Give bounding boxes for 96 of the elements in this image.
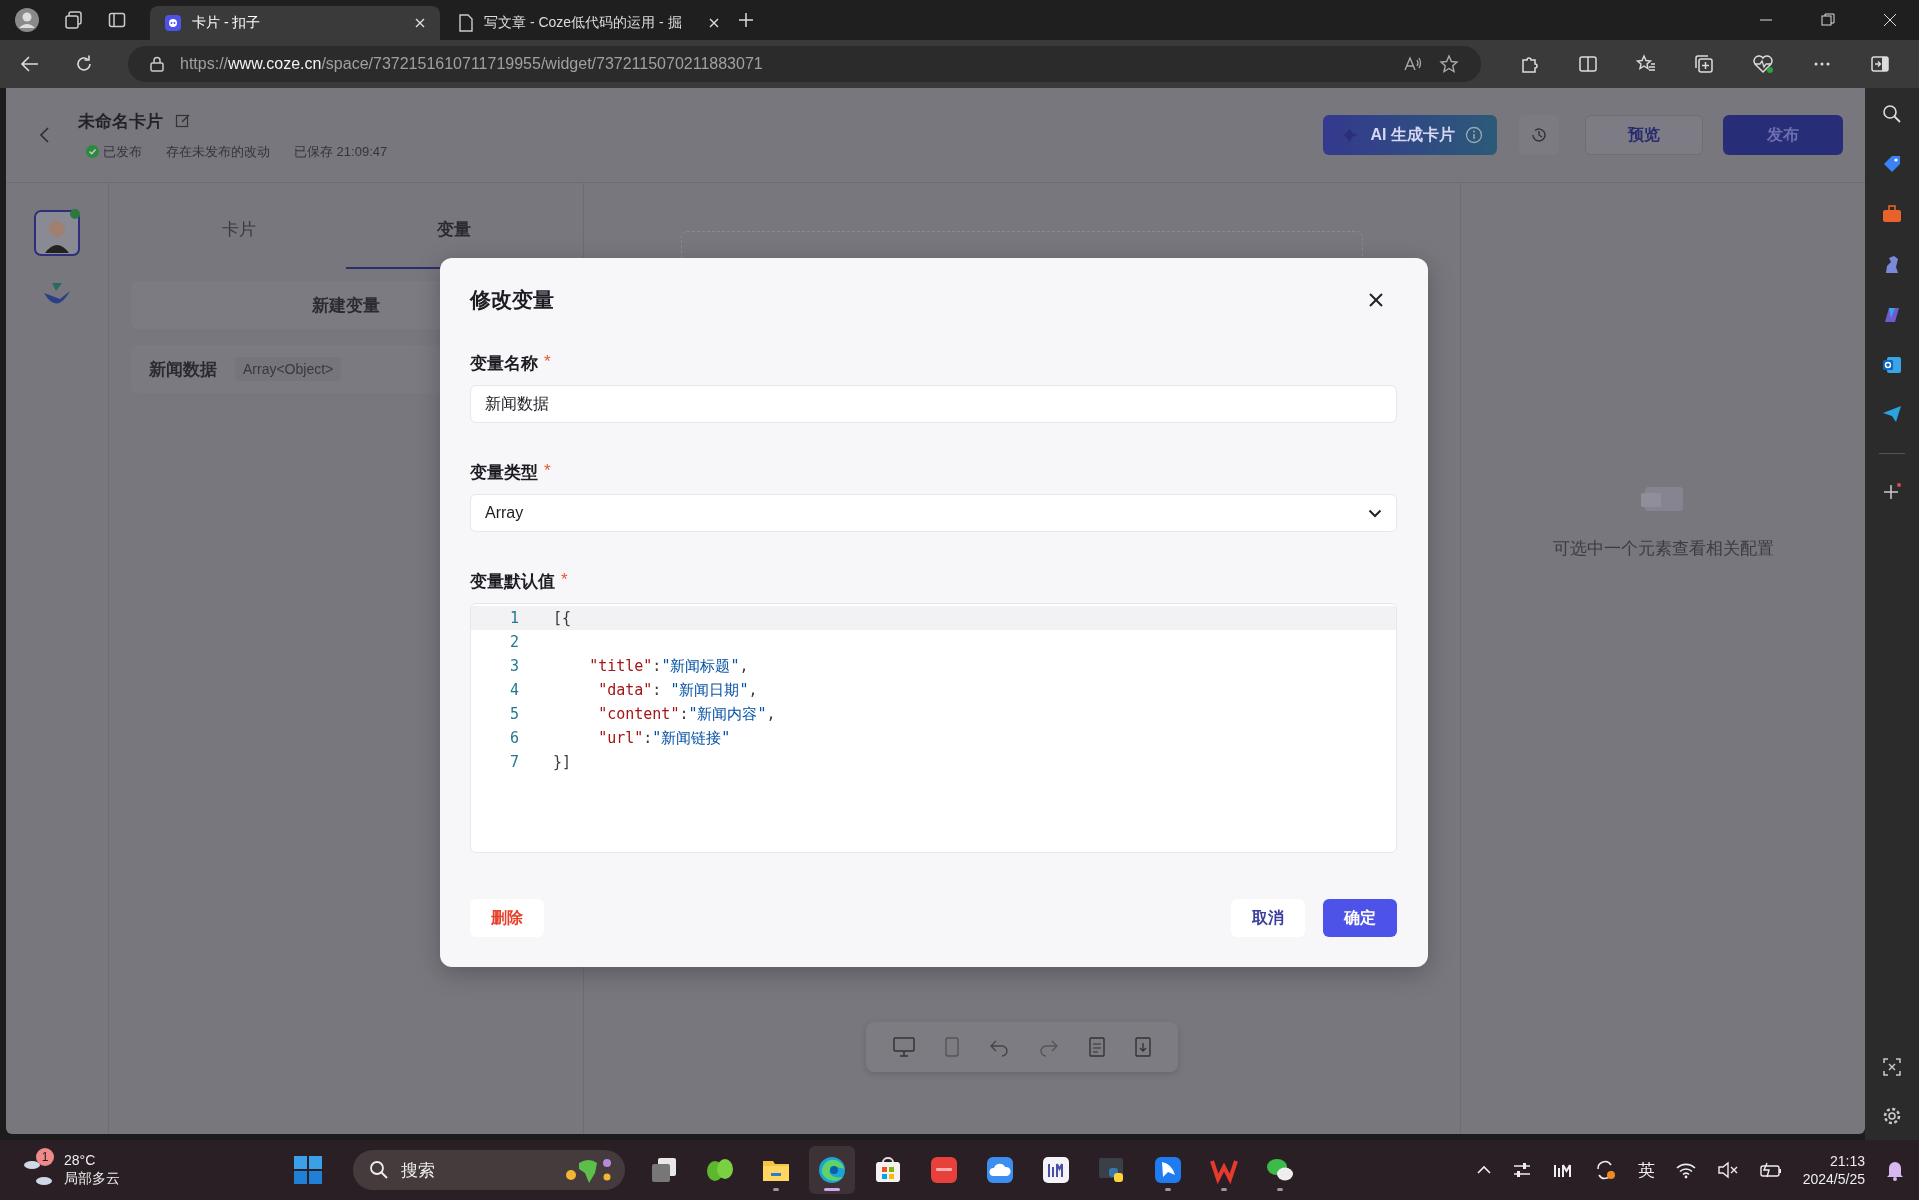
tab-actions-icon[interactable] [108,11,126,29]
address-bar[interactable]: https://www.coze.cn/space/7372151610711719955/widget/7372115070211883071 [128,46,1481,82]
clock-date: 2024/5/25 [1802,1171,1865,1187]
browser-icon [816,1155,847,1185]
line-number: 1 [508,609,519,627]
workspaces-icon[interactable] [64,10,84,30]
browser-tab[interactable]: 写文章 - Coze低代码的运用 - 掘 [444,6,734,40]
line-number: 7 [508,753,519,771]
collections-icon[interactable] [1694,54,1714,74]
lock-icon [150,56,164,72]
restore-icon[interactable] [1821,13,1835,27]
bars-icon [1040,1155,1071,1185]
back-chevron-icon[interactable] [38,126,50,144]
mail-icon[interactable] [1881,355,1903,375]
chevron-down-icon [1368,508,1382,518]
browser-tab[interactable]: 卡片 - 扣子 [150,6,440,40]
heart-pulse-icon[interactable] [1752,54,1774,74]
battery-charging-icon[interactable] [1758,1161,1783,1179]
favorites-icon[interactable] [1636,54,1656,74]
new-tab-icon[interactable] [738,12,754,28]
field-label: 变量名称 [470,353,538,375]
info-icon [1465,126,1483,144]
tab-title: 写文章 - Coze低代码的运用 - 掘 [484,14,683,32]
taskbar-app-button[interactable] [808,1146,855,1194]
notification-badge: 1 [36,1148,54,1166]
variable-name-input[interactable]: 新闻数据 [470,385,1397,423]
search-icon [368,1160,389,1180]
star-icon[interactable] [1439,54,1459,74]
delete-button[interactable]: 删除 [470,899,544,937]
windows-start-icon[interactable] [292,1155,323,1185]
code-line: "title":"新闻标题", [588,656,749,676]
sliders-icon[interactable] [1511,1161,1532,1179]
card-title: 未命名卡片 [78,110,163,133]
avatar-icon[interactable] [33,209,81,257]
line-number: 6 [508,729,519,747]
read-aloud-icon[interactable] [1403,55,1423,73]
weather-condition: 局部多云 [64,1170,120,1188]
code-line: "content":"新闻内容", [597,704,776,724]
history-icon [1529,125,1549,145]
bird-icon [1152,1155,1183,1185]
code-line: "data": "新闻日期", [597,680,758,700]
sidebar-toggle-icon[interactable] [1870,54,1890,74]
search-icon[interactable] [1882,104,1902,124]
reload-icon[interactable] [74,54,94,74]
required-asterisk: * [544,461,551,482]
code-line: "url":"新闻链接" [597,728,731,748]
cancel-button[interactable]: 取消 [1231,899,1305,937]
close-icon[interactable] [1368,292,1384,308]
line-number: 3 [508,657,519,675]
puzzle-icon[interactable] [1520,54,1540,74]
robot-icon [164,14,182,32]
field-label: 变量默认值 [470,571,555,593]
dialog-title: 修改变量 [470,287,554,313]
required-asterisk: * [561,570,568,591]
bell-icon[interactable] [1885,1159,1905,1181]
empty-state-hint: 可选中一个元素查看相关配置 [1552,538,1774,560]
clock[interactable]: 21:13 2024/5/25 [1802,1153,1865,1187]
code-line: [{ [553,609,572,627]
confirm-button[interactable]: 确定 [1323,899,1397,937]
field-label: 变量类型 [470,462,538,484]
code-editor[interactable]: 1 [{ 2 3 "title":"新闻标题", 4 "data": "新闻日期", 5 "content":"新闻内容", 6 "url":"新闻链接" 7 }] [470,603,1397,853]
add-icon[interactable] [1883,483,1901,501]
edit-icon[interactable] [175,113,191,129]
code-line: }] [553,753,572,771]
ai-generate-button[interactable]: AI 生成卡片 [1322,115,1497,155]
back-arrow-icon[interactable] [20,54,40,74]
line-number: 2 [508,633,519,651]
tab-title: 卡片 - 扣子 [192,14,262,32]
muted-speaker-icon[interactable] [1716,1161,1739,1179]
settings-icon[interactable] [1882,1106,1902,1126]
temperature: 28°C [64,1152,97,1168]
toolbox-icon[interactable] [1881,204,1903,224]
variable-name: 新闻数据 [149,358,217,381]
caret-up-icon[interactable] [1475,1165,1492,1175]
saved-time: 已保存 21:09:47 [294,142,388,161]
variable-type-select[interactable]: Array [470,494,1397,532]
required-asterisk: * [544,352,551,373]
app-tile-icon [928,1155,959,1185]
publish-status: 已发布 [103,142,142,161]
cloud-icon [984,1155,1015,1185]
taskbar-search-field[interactable]: 搜索 [352,1150,625,1190]
variable-type-tag: Array<Object> [235,357,342,381]
clock-time: 21:13 [1829,1153,1865,1169]
unpublished-changes-note: 存在未发布的改动 [166,142,270,161]
send-icon[interactable] [1881,404,1903,424]
check-circle-icon [86,145,99,158]
export-icon[interactable] [1134,1036,1152,1058]
input-method-indicator[interactable]: 英 [1637,1158,1655,1182]
split-screen-icon[interactable] [1578,54,1598,74]
document-icon [458,14,474,32]
url-text: https://www.coze.cn/space/7372151610711719955/widget/7372115070211883071 [180,55,763,73]
line-number: 5 [508,705,519,723]
line-number: 4 [508,681,519,699]
wifi-icon[interactable] [1674,1161,1697,1179]
screenshot-icon[interactable] [1882,1057,1902,1077]
profile-avatar-icon[interactable] [14,7,40,33]
